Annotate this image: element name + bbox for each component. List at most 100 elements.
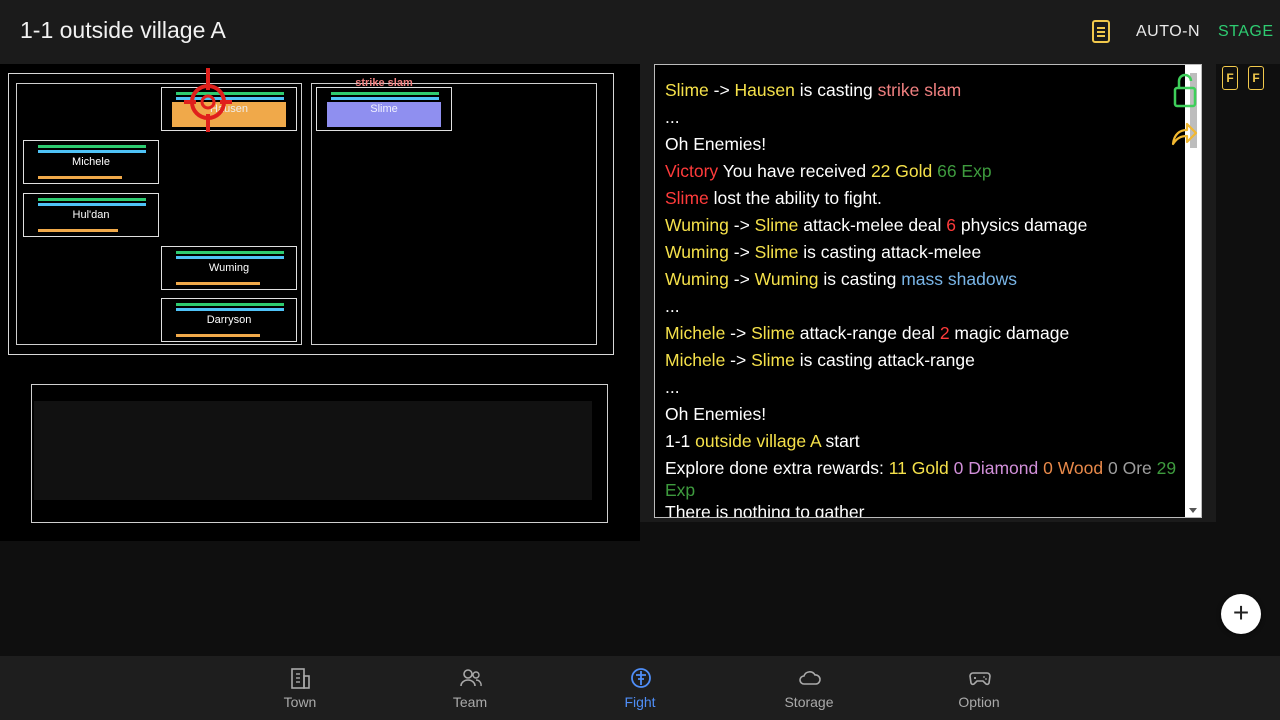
nav-town[interactable]: Town (245, 656, 355, 720)
battle-log[interactable]: Slime -> Hausen is casting strike slam..… (654, 64, 1202, 518)
header-bar: 1-1 outside village A AUTO-N STAGE (0, 0, 1280, 64)
log-line: Exp (665, 479, 695, 501)
log-segment: 6 (946, 215, 957, 235)
cloud-icon (799, 671, 821, 685)
stamina-bar (176, 282, 260, 285)
log-segment: is casting attack-range (794, 350, 975, 370)
log-segment: -> (728, 215, 755, 235)
nav-storage[interactable]: Storage (754, 656, 864, 720)
log-line: Michele -> Slime attack-range deal 2 mag… (665, 322, 1069, 344)
stamina-bar (176, 334, 260, 337)
log-segment: 11 Gold (888, 458, 949, 478)
log-segment: 22 Gold (870, 161, 933, 181)
log-line: ... (665, 295, 680, 317)
log-segment: 0 Ore (1108, 458, 1152, 478)
log-line: ... (665, 106, 680, 128)
unlock-icon[interactable] (1173, 72, 1197, 108)
log-line: Slime lost the ability to fight. (665, 187, 882, 209)
log-line: Victory You have received 22 Gold 66 Exp (665, 160, 992, 182)
log-line: Michele -> Slime is casting attack-range (665, 349, 975, 371)
nav-label: Fight (624, 694, 656, 710)
log-line: Oh Enemies! (665, 133, 766, 155)
log-segment: attack-range deal (794, 323, 940, 343)
log-segment: is casting (818, 269, 902, 289)
log-segment: attack-melee deal (798, 215, 947, 235)
log-segment: Oh Enemies! (665, 134, 767, 154)
nav-label: Option (958, 694, 1000, 710)
log-segment: -> (728, 242, 755, 262)
quest-log-icon[interactable] (1092, 20, 1110, 43)
log-segment: Wuming (754, 269, 819, 289)
share-icon[interactable] (1170, 120, 1198, 148)
people-icon (460, 669, 482, 687)
log-segment: physics damage (956, 215, 1088, 235)
log-segment: 66 Exp (937, 161, 992, 181)
unit-wuming[interactable]: Wuming (161, 246, 297, 290)
log-line: 1-1 outside village A start (665, 430, 860, 452)
stage-button[interactable]: STAGE (1218, 23, 1274, 41)
nav-label: Town (283, 694, 317, 710)
log-segment: Oh Enemies! (665, 404, 767, 424)
detail-panel-content (34, 401, 592, 500)
log-segment: -> (708, 80, 735, 100)
log-segment: ... (665, 296, 680, 316)
unit-huldan[interactable]: Hul'dan (23, 193, 159, 237)
log-segment: strike slam (877, 80, 962, 100)
nav-label: Team (452, 694, 488, 710)
log-segment: is casting (794, 80, 878, 100)
unit-slime[interactable]: Slime (316, 87, 452, 131)
crosshair-icon (184, 68, 232, 132)
log-line: There is nothing to gather (665, 501, 865, 518)
log-segment: Slime (665, 188, 709, 208)
log-line: Slime -> Hausen is casting strike slam (665, 79, 961, 101)
building-icon (291, 668, 310, 689)
filter-button-2[interactable]: F (1248, 66, 1264, 90)
log-segment: -> (725, 350, 752, 370)
log-segment: Wuming (665, 242, 729, 262)
log-segment: Slime (754, 242, 799, 262)
unit-darryson[interactable]: Darryson (161, 298, 297, 342)
log-segment: You have received (718, 161, 871, 181)
gamepad-icon (969, 672, 991, 686)
log-segment: Slime (665, 80, 709, 100)
log-line: ... (665, 376, 680, 398)
log-line: Explore done extra rewards: 11 Gold 0 Di… (665, 457, 1176, 479)
log-line: Wuming -> Wuming is casting mass shadows (665, 268, 1017, 290)
nav-fight[interactable]: Fight (585, 656, 695, 720)
log-segment: magic damage (949, 323, 1070, 343)
filter-button-1[interactable]: F (1222, 66, 1238, 90)
nav-label: Storage (784, 694, 834, 710)
log-segment: is casting attack-melee (798, 242, 982, 262)
page-title: 1-1 outside village A (20, 17, 226, 43)
auto-mode-button[interactable]: AUTO-N (1136, 23, 1200, 41)
log-segment: 0 Diamond (953, 458, 1039, 478)
log-segment: Michele (665, 350, 726, 370)
log-segment: 1-1 (665, 431, 696, 451)
log-segment: Victory (665, 161, 719, 181)
log-segment: mass shadows (901, 269, 1017, 289)
add-button[interactable]: + (1221, 594, 1261, 634)
unit-name: Wuming (208, 262, 250, 274)
log-segment: Slime (751, 350, 795, 370)
sword-icon (631, 668, 651, 688)
log-segment: Exp (665, 480, 696, 500)
log-segment: start (820, 431, 860, 451)
nav-team[interactable]: Team (415, 656, 525, 720)
stamina-bar (38, 176, 122, 179)
nav-option[interactable]: Option (924, 656, 1034, 720)
log-segment: Explore done extra rewards: (665, 458, 889, 478)
log-segment: -> (728, 269, 755, 289)
unit-name: Hul'dan (72, 209, 110, 221)
unit-michele[interactable]: Michele (23, 140, 159, 184)
log-segment: There is nothing to gather (665, 502, 865, 518)
log-segment: Slime (751, 323, 795, 343)
log-segment: -> (725, 323, 752, 343)
log-segment: Slime (754, 215, 799, 235)
log-segment: Wuming (665, 215, 729, 235)
log-segment: Hausen (734, 80, 795, 100)
log-segment: Wuming (665, 269, 729, 289)
log-line: Wuming -> Slime is casting attack-melee (665, 241, 981, 263)
scroll-down-icon[interactable] (1189, 508, 1197, 513)
log-segment: ... (665, 107, 680, 127)
log-segment: ... (665, 377, 680, 397)
